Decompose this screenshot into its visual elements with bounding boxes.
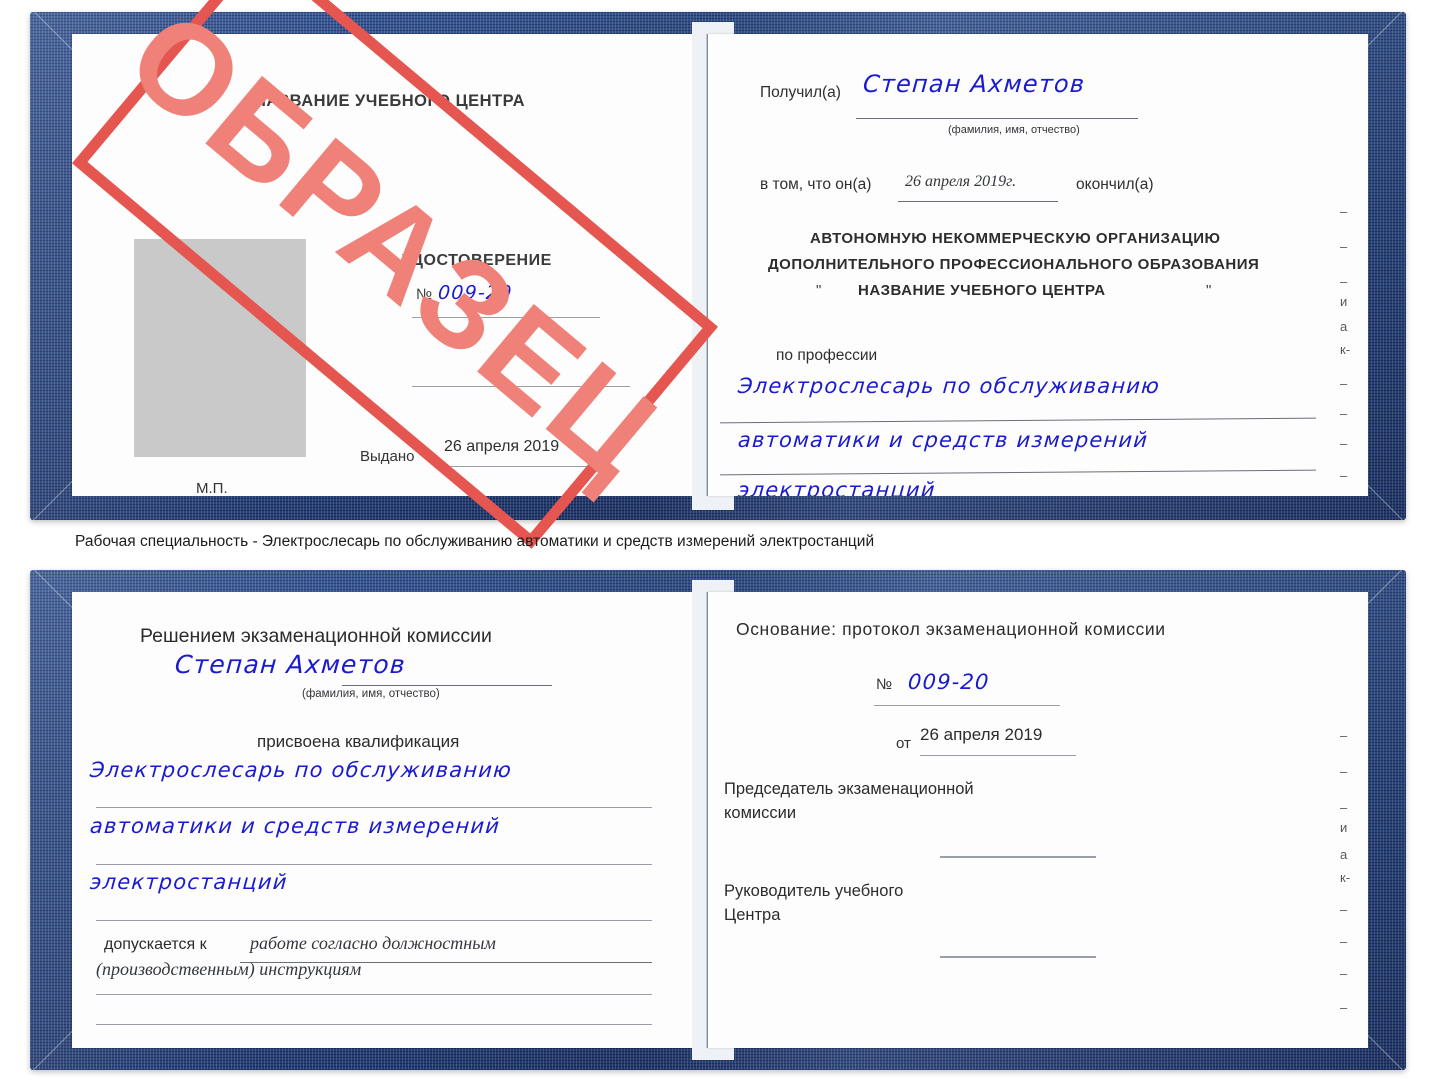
profession-rule-1 (720, 417, 1316, 424)
head-label-line-2: Центра (724, 906, 781, 924)
profession-label: по профессии (776, 347, 878, 364)
received-rule (856, 118, 1138, 119)
edge-mark: а (1340, 319, 1348, 334)
photo-placeholder (134, 239, 306, 457)
profession-rule-2 (720, 469, 1316, 476)
issued-rule (438, 466, 598, 467)
qualification-line-2: автоматики и средств измерений (89, 814, 502, 838)
organization-line-3: НАЗВАНИЕ УЧЕБНОГО ЦЕНТРА (858, 282, 1106, 299)
edge-mark: а (1340, 847, 1348, 862)
qualification-line-3: электростанций (89, 870, 289, 894)
edge-mark: и (1340, 294, 1348, 309)
qualification-rule-2 (96, 864, 652, 865)
completion-date-rule (898, 201, 1058, 202)
certificate-booklet-bottom: Решением экзаменационной комиссии Степан… (30, 570, 1406, 1070)
protocol-number-label: № (876, 676, 893, 693)
cover-corner-fold-bottom-doc-top-left (30, 570, 76, 616)
edge-mark: – (1340, 274, 1348, 289)
organization-line-2: ДОПОЛНИТЕЛЬНОГО ПРОФЕССИОНАЛЬНОГО ОБРАЗО… (768, 256, 1260, 273)
admitted-rule-3 (96, 1024, 652, 1025)
issued-value: 26 апреля 2019 (444, 438, 560, 455)
organization-quote-close: " (1206, 282, 1212, 299)
certificate-number-label: № (416, 286, 433, 303)
protocol-date-rule (920, 755, 1076, 756)
edge-mark: – (1340, 239, 1348, 254)
edge-mark: – (1340, 728, 1348, 743)
commission-decision-header: Решением экзаменационной комиссии (140, 625, 492, 647)
issued-label: Выдано (360, 448, 415, 465)
qualification-rule-3 (96, 920, 652, 921)
edge-mark: – (1340, 966, 1348, 981)
certificate-booklet-top: НАЗВАНИЕ УЧЕБНОГО ЦЕНТРА УДОСТОВЕРЕНИЕ №… (30, 12, 1406, 520)
edge-mark: – (1340, 376, 1348, 391)
cover-corner-fold-bottom-left (30, 474, 76, 520)
page-top-left: НАЗВАНИЕ УЧЕБНОГО ЦЕНТРА УДОСТОВЕРЕНИЕ №… (72, 34, 692, 496)
cover-corner-fold-bottom-doc-bottom-left (30, 1024, 76, 1070)
qualification-label: присвоена квалификация (257, 732, 460, 751)
certificate-title: УДОСТОВЕРЕНИЕ (402, 252, 552, 269)
profession-line-3: электростанций (737, 478, 937, 496)
organization-quote-open: " (816, 282, 822, 299)
edge-mark: – (1340, 1000, 1348, 1015)
training-center-header: НАЗВАНИЕ УЧЕБНОГО ЦЕНТРА (254, 92, 526, 110)
head-label-line-1: Руководитель учебного (724, 882, 904, 900)
admitted-label: допускается к (104, 936, 207, 953)
edge-mark: – (1340, 902, 1348, 917)
edge-mark: – (1340, 934, 1348, 949)
edge-mark: – (1340, 468, 1348, 483)
chairman-label-line-1: Председатель экзаменационной (724, 780, 974, 798)
graduate-name-rule (342, 685, 552, 686)
edge-mark: – (1340, 406, 1348, 421)
in-that-label: в том, что он(а) (760, 176, 872, 193)
edge-mark: к- (1340, 870, 1351, 885)
protocol-date-label: от (896, 735, 911, 752)
certificate-number-value: 009-20 (437, 282, 514, 304)
certificate-number-rule (412, 317, 600, 318)
blank-rule-middle (412, 386, 630, 387)
organization-line-1: АВТОНОМНУЮ НЕКОММЕРЧЕСКУЮ ОРГАНИЗАЦИЮ (810, 230, 1221, 247)
edge-mark: и (1340, 820, 1348, 835)
chairman-signature-rule (940, 856, 1096, 858)
received-label: Получил(а) (760, 84, 841, 101)
chairman-label-line-2: комиссии (724, 804, 797, 822)
edge-mark: – (1340, 764, 1348, 779)
qualification-rule-1 (96, 807, 652, 808)
name-hint: (фамилия, имя, отчество) (948, 124, 1080, 136)
admitted-rule-2 (96, 994, 652, 995)
head-signature-rule (940, 956, 1096, 958)
protocol-date-value: 26 апреля 2019 (920, 725, 1043, 744)
protocol-number-value: 009-20 (907, 670, 991, 694)
graduate-name-value: Степан Ахметов (173, 650, 407, 679)
seal-label: М.П. (196, 480, 228, 496)
edge-mark: – (1340, 800, 1348, 815)
qualification-line-1: Электрослесарь по обслуживанию (89, 758, 513, 782)
protocol-number-rule (874, 705, 1060, 706)
profession-line-1: Электрослесарь по обслуживанию (737, 374, 1161, 398)
basis-label: Основание: протокол экзаменационной коми… (736, 619, 1166, 639)
completion-date-value: 26 апреля 2019г. (905, 173, 1017, 190)
cover-corner-fold-top-left (30, 12, 76, 58)
caption-text: Рабочая специальность - Электрослесарь п… (75, 533, 875, 550)
finished-label: окончил(а) (1076, 176, 1154, 193)
page-bottom-left: Решением экзаменационной комиссии Степан… (72, 592, 692, 1048)
graduate-name-hint: (фамилия, имя, отчество) (302, 688, 440, 700)
admitted-value-line-1: работе согласно должностным (250, 933, 496, 953)
page-bottom-right: Основание: протокол экзаменационной коми… (708, 592, 1368, 1048)
page-top-right: Получил(а) Степан Ахметов (фамилия, имя,… (708, 34, 1368, 496)
received-value: Степан Ахметов (862, 70, 1087, 98)
profession-line-2: автоматики и средств измерений (737, 428, 1150, 452)
admitted-value-line-2: (производственным) инструкциям (96, 959, 362, 979)
edge-mark: – (1340, 204, 1348, 219)
edge-mark: – (1340, 436, 1348, 451)
edge-mark: к- (1340, 342, 1351, 357)
